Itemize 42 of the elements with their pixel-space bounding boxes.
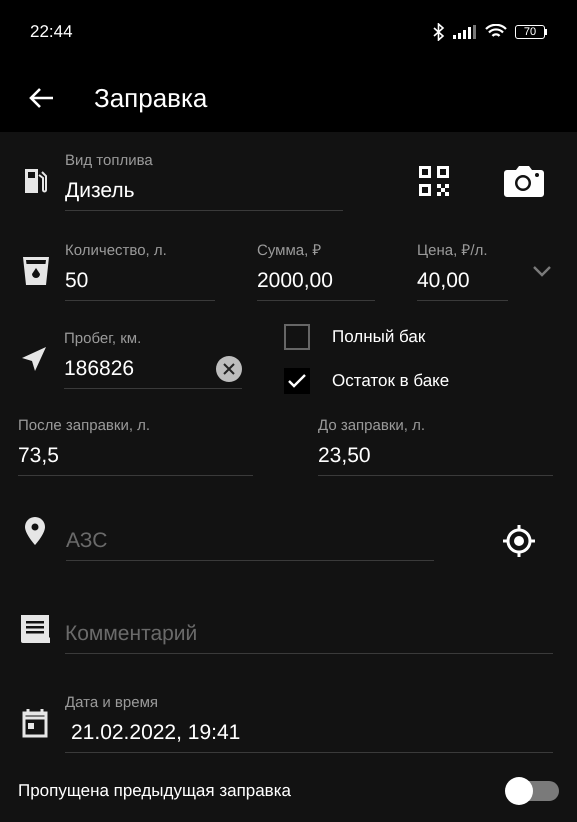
field-label: До заправки, л. xyxy=(318,416,426,436)
checkbox[interactable] xyxy=(284,324,310,350)
toggle-label: Пропущена предыдущая заправка xyxy=(18,780,291,802)
field-label: Пробег, км. xyxy=(64,328,142,349)
checkbox-label: Полный бак xyxy=(332,326,426,348)
field-label: Дата и время xyxy=(65,692,160,713)
comment-field[interactable]: Комментарий xyxy=(65,614,553,654)
status-time: 22:44 xyxy=(30,21,73,44)
tank-field[interactable]: 23,50 xyxy=(318,436,553,476)
field-label: После заправки, л. xyxy=(18,416,152,436)
signal-icon xyxy=(453,25,477,39)
toggle-switch[interactable] xyxy=(505,777,559,805)
field-label: Цена, ₽/л. xyxy=(417,240,488,261)
camera-button[interactable] xyxy=(503,164,545,198)
clear-button[interactable] xyxy=(216,356,242,382)
page-title: Заправка xyxy=(94,82,208,114)
calendar-icon xyxy=(22,708,48,738)
battery-icon: 70 xyxy=(515,25,547,39)
checkbox-label: Остаток в баке xyxy=(332,370,450,392)
navigation-arrow-icon xyxy=(21,346,47,372)
amount-field[interactable]: 40,00 xyxy=(417,260,508,300)
fuel-pump-icon xyxy=(23,167,49,195)
close-icon xyxy=(223,362,235,374)
qr-code-button[interactable] xyxy=(417,164,451,198)
check-icon xyxy=(287,373,307,389)
bluetooth-icon xyxy=(433,23,445,41)
checkbox[interactable] xyxy=(284,368,310,394)
locate-button[interactable] xyxy=(502,524,536,558)
tank-field[interactable]: 73,5 xyxy=(18,436,253,476)
station-field[interactable]: АЗС xyxy=(66,520,434,560)
fuel-type-field[interactable]: Дизель xyxy=(65,170,343,210)
cup-icon xyxy=(22,256,50,286)
mileage-field[interactable]: 186826 xyxy=(64,348,216,388)
amount-field[interactable]: 50 xyxy=(65,260,215,300)
field-label: Сумма, ₽ xyxy=(257,240,322,261)
field-label: Количество, л. xyxy=(65,240,168,261)
map-pin-icon xyxy=(24,516,46,546)
datetime-field[interactable]: 21.02.2022, 19:41 xyxy=(65,712,553,752)
field-label: Вид топлива xyxy=(65,150,154,171)
amount-field[interactable]: 2000,00 xyxy=(257,260,375,300)
chevron-down-icon xyxy=(532,265,552,277)
comment-icon xyxy=(20,614,50,644)
